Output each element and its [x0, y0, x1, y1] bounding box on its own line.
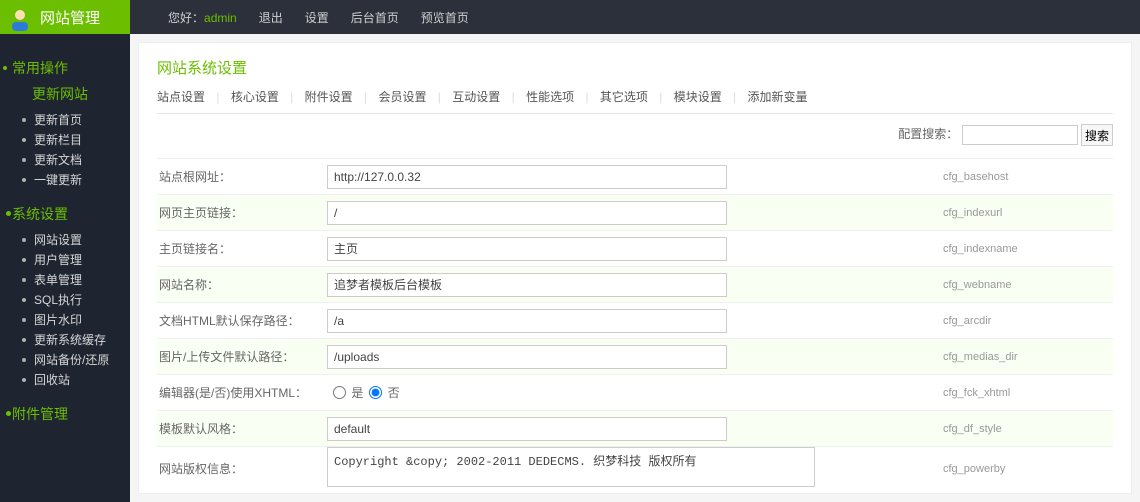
config-row: 文档HTML默认保存路径： cfg_arcdir — [157, 302, 1113, 338]
sidebar-item-system-2[interactable]: 表单管理 — [0, 270, 130, 290]
config-row: 模板默认风格： cfg_df_style — [157, 410, 1113, 446]
config-label: 站点根网址： — [157, 168, 327, 185]
sidebar-item-common-1[interactable]: 更新栏目 — [0, 130, 130, 150]
config-var: cfg_powerby — [943, 463, 1113, 475]
config-var: cfg_webname — [943, 279, 1113, 291]
config-row: 网站名称： cfg_webname — [157, 266, 1113, 302]
config-var: cfg_df_style — [943, 423, 1113, 435]
config-row: 网页主页链接： cfg_indexurl — [157, 194, 1113, 230]
tab-5[interactable]: 性能选项 — [526, 90, 574, 104]
sidebar-item-common-0[interactable]: 更新首页 — [0, 110, 130, 130]
sidebar-section-attach[interactable]: 附件管理 — [0, 404, 130, 424]
sidebar-item-system-5[interactable]: 更新系统缓存 — [0, 330, 130, 350]
config-label: 文档HTML默认保存路径： — [157, 312, 327, 329]
config-radio-cfg_fck_xhtml[interactable]: 是 否 — [327, 386, 400, 400]
config-var: cfg_fck_xhtml — [943, 387, 1113, 399]
hello-text: 您好：admin — [168, 9, 237, 26]
sidebar-item-common-2[interactable]: 更新文档 — [0, 150, 130, 170]
config-label: 模板默认风格： — [157, 420, 327, 437]
config-var: cfg_basehost — [943, 171, 1113, 183]
sidebar-item-system-6[interactable]: 网站备份/还原 — [0, 350, 130, 370]
page-title: 网站系统设置 — [157, 57, 1113, 78]
nav-settings[interactable]: 设置 — [305, 9, 329, 26]
config-var: cfg_indexurl — [943, 207, 1113, 219]
brand-logo: 网站管理 — [0, 0, 130, 34]
config-row: 图片/上传文件默认路径： cfg_medias_dir — [157, 338, 1113, 374]
sidebar-section-common[interactable]: 常用操作 — [0, 58, 130, 78]
nav-admin-home[interactable]: 后台首页 — [351, 9, 399, 26]
config-label: 主页链接名： — [157, 240, 327, 257]
config-label: 编辑器(是/否)使用XHTML： — [157, 384, 327, 401]
sidebar-sub-update[interactable]: 更新网站 — [0, 84, 130, 104]
tab-8[interactable]: 添加新变量 — [748, 90, 808, 104]
sidebar-item-system-7[interactable]: 回收站 — [0, 370, 130, 390]
tab-3[interactable]: 会员设置 — [378, 90, 426, 104]
sidebar-item-system-0[interactable]: 网站设置 — [0, 230, 130, 250]
tabs-bar: 站点设置 | 核心设置 | 附件设置 | 会员设置 | 互动设置 | 性能选项 … — [157, 88, 1113, 114]
config-label: 网页主页链接： — [157, 204, 327, 221]
config-var: cfg_arcdir — [943, 315, 1113, 327]
config-input-cfg_basehost[interactable] — [327, 165, 727, 189]
tab-1[interactable]: 核心设置 — [231, 90, 279, 104]
config-row: 站点根网址： cfg_basehost — [157, 158, 1113, 194]
tab-2[interactable]: 附件设置 — [305, 90, 353, 104]
sidebar-item-common-3[interactable]: 一键更新 — [0, 170, 130, 190]
config-label: 网站版权信息： — [157, 460, 327, 477]
config-row: 主页链接名： cfg_indexname — [157, 230, 1113, 266]
config-input-cfg_medias_dir[interactable] — [327, 345, 727, 369]
config-input-cfg_df_style[interactable] — [327, 417, 727, 441]
nav-logout[interactable]: 退出 — [259, 9, 283, 26]
config-row: 编辑器(是/否)使用XHTML： 是 否 cfg_fck_xhtml — [157, 374, 1113, 410]
config-label: 图片/上传文件默认路径： — [157, 348, 327, 365]
config-var: cfg_indexname — [943, 243, 1113, 255]
config-label: 网站名称： — [157, 276, 327, 293]
sidebar-item-system-4[interactable]: 图片水印 — [0, 310, 130, 330]
config-input-cfg_indexname[interactable] — [327, 237, 727, 261]
config-input-cfg_webname[interactable] — [327, 273, 727, 297]
user-avatar-icon — [6, 3, 34, 31]
nav-preview-home[interactable]: 预览首页 — [421, 9, 469, 26]
config-var: cfg_medias_dir — [943, 351, 1113, 363]
sidebar-item-system-1[interactable]: 用户管理 — [0, 250, 130, 270]
config-row: 网站版权信息： cfg_powerby — [157, 446, 1113, 490]
tab-7[interactable]: 模块设置 — [674, 90, 722, 104]
brand-text: 网站管理 — [40, 7, 100, 28]
search-label: 配置搜索： — [898, 127, 958, 141]
config-input-cfg_arcdir[interactable] — [327, 309, 727, 333]
search-input[interactable] — [962, 125, 1078, 145]
config-input-cfg_indexurl[interactable] — [327, 201, 727, 225]
config-textarea-cfg_powerby[interactable] — [327, 447, 815, 487]
sidebar-section-system[interactable]: 系统设置 — [0, 204, 130, 224]
search-button[interactable]: 搜索 — [1081, 124, 1113, 146]
sidebar-item-system-3[interactable]: SQL执行 — [0, 290, 130, 310]
tab-4[interactable]: 互动设置 — [452, 90, 500, 104]
tab-6[interactable]: 其它选项 — [600, 90, 648, 104]
tab-0[interactable]: 站点设置 — [157, 90, 205, 104]
